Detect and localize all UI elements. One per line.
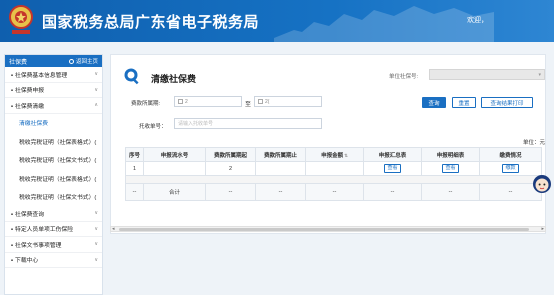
search-magnifier-icon (124, 68, 139, 85)
column-header: 申报流水号 (143, 147, 206, 162)
table-total-row: -- 合计 -- -- -- -- -- -- (125, 183, 542, 201)
cell-serial (143, 161, 206, 176)
sidebar-item-label: 社保费清缴 (15, 103, 45, 110)
period-start-field[interactable]: 2 (174, 96, 242, 107)
welcome-text: 欢迎， (467, 17, 488, 24)
table-row: 1 2 查看 查看 缴款 (125, 161, 542, 176)
tax-emblem-icon (9, 5, 33, 34)
period-to-label: 至 (245, 102, 252, 108)
site-title: 国家税务总局广东省电子税务局 (42, 13, 260, 31)
sidebar: 社保费 返回主页 • 社保费基本信息管理 ∨ • 社保费申报 ∨ • 社保费清缴 ∧ … (4, 54, 103, 295)
voucher-placeholder: 请输入托收单号 (178, 121, 214, 127)
sidebar-item-label: 社保文书事项管理 (15, 242, 62, 249)
tax-number-label: 单位社保号: (389, 74, 419, 80)
chevron-up-icon: ∧ (94, 102, 98, 109)
total-cell: -- (205, 183, 256, 201)
cell-detail: 查看 (421, 161, 480, 176)
column-header: 缴费情况 (479, 147, 542, 162)
column-header-label: 申报金额 (321, 152, 344, 159)
scrollbar-thumb[interactable] (119, 228, 529, 231)
period-end-field[interactable]: 2( (254, 96, 322, 107)
column-header-sortable[interactable]: 申报金额⇅ (305, 147, 364, 162)
sidebar-item-query[interactable]: • 社保费查询 ∨ (5, 206, 102, 222)
chevron-down-icon: ∨ (94, 241, 98, 248)
total-cell: 合计 (143, 183, 206, 201)
sidebar-subitem-clearance[interactable]: 清缴社保费 (5, 114, 102, 133)
reset-button[interactable]: 重置 (452, 97, 476, 108)
dropdown-icon: ▾ (538, 72, 541, 78)
sidebar-item-label: 社保费申报 (15, 88, 45, 95)
sidebar-item-label: 社保费基本信息管理 (15, 72, 68, 79)
sort-icon[interactable]: ⇅ (344, 153, 348, 158)
view-detail-button[interactable]: 查看 (442, 164, 459, 173)
sidebar-title: 社保费 (9, 59, 28, 66)
great-wall-decoration (274, 6, 494, 42)
home-icon (68, 58, 74, 64)
total-cell: -- (125, 183, 144, 201)
sidebar-item-clearance[interactable]: • 社保费清缴 ∧ (5, 98, 102, 114)
horizontal-scrollbar[interactable]: ◂ ▸ (110, 226, 546, 232)
calendar-icon (258, 99, 263, 104)
home-link[interactable]: 返回主页 (68, 57, 98, 65)
period-start-value: 2 (185, 98, 188, 105)
results-table: 序号 申报流水号 费款所属期起 费款所属期止 申报金额⇅ 申报汇总表 申报明细表… (125, 147, 542, 201)
cell-summary: 查看 (363, 161, 422, 176)
scroll-right-icon[interactable]: ▸ (541, 226, 544, 232)
voucher-input[interactable]: 请输入托收单号 (174, 118, 322, 129)
print-results-button[interactable]: 查询结果打印 (481, 97, 533, 108)
sidebar-subitem-certificate-table-2[interactable]: 税收完税证明（社保表格式）( (5, 169, 102, 188)
main-panel: 清缴社保费 单位社保号: ▾ 费款所属期: 2 至 2( 托收单号： 请输入托收… (110, 54, 546, 234)
period-end-value: 2( (265, 98, 270, 105)
sidebar-item-label: 特定人员单项工伤保险 (15, 227, 74, 234)
inner-hscroll[interactable] (125, 175, 542, 184)
chevron-down-icon: ∨ (94, 210, 98, 217)
sidebar-item-declaration[interactable]: • 社保费申报 ∨ (5, 83, 102, 98)
sidebar-item-download[interactable]: • 下载中心 ∨ (5, 253, 102, 268)
cell-amount (305, 161, 364, 176)
sidebar-item-label: 社保费查询 (15, 211, 45, 218)
top-header: 国家税务总局广东省电子税务局 欢迎， (0, 0, 554, 42)
period-label: 费款所属期: (131, 101, 161, 107)
pay-button[interactable]: 缴款 (502, 164, 519, 173)
unit-text: 单位：元 (523, 140, 546, 146)
column-header: 费款所属期止 (255, 147, 306, 162)
tax-number-select[interactable]: ▾ (429, 69, 545, 80)
sidebar-item-documents[interactable]: • 社保文书事项管理 ∨ (5, 237, 102, 253)
cell-seq: 1 (125, 161, 144, 176)
sidebar-item-basic-info[interactable]: • 社保费基本信息管理 ∨ (5, 67, 102, 83)
chevron-down-icon: ∨ (94, 225, 98, 232)
voucher-label: 托收单号： (139, 124, 167, 130)
sidebar-item-label: 下载中心 (15, 258, 39, 265)
calendar-icon (178, 99, 183, 104)
chevron-down-icon: ∨ (94, 86, 98, 93)
cell-period-end (255, 161, 306, 176)
assistant-mascot-icon[interactable] (532, 174, 552, 194)
column-header: 申报明细表 (421, 147, 480, 162)
home-link-label: 返回主页 (75, 59, 98, 65)
chevron-down-icon: ∨ (94, 256, 98, 263)
sidebar-subitem-certificate-doc-2[interactable]: 税收完税证明（社保文书式）( (5, 188, 102, 207)
column-header: 费款所属期起 (205, 147, 256, 162)
view-summary-button[interactable]: 查看 (384, 164, 401, 173)
column-header: 申报汇总表 (363, 147, 422, 162)
total-cell: -- (255, 183, 306, 201)
query-button[interactable]: 查询 (422, 97, 446, 108)
sidebar-header: 社保费 返回主页 (5, 55, 102, 67)
chevron-down-icon: ∨ (94, 71, 98, 78)
sidebar-subitem-certificate-table-1[interactable]: 税收完税证明（社保表格式）( (5, 132, 102, 151)
scroll-left-icon[interactable]: ◂ (112, 226, 115, 232)
sidebar-subitem-certificate-doc-1[interactable]: 税收完税证明（社保文书式）( (5, 151, 102, 170)
total-cell: -- (305, 183, 364, 201)
table-scroll-row (125, 175, 542, 184)
table-header-row: 序号 申报流水号 费款所属期起 费款所属期止 申报金额⇅ 申报汇总表 申报明细表… (125, 147, 542, 162)
page-title: 清缴社保费 (151, 74, 197, 84)
sidebar-item-injury-insurance[interactable]: • 特定人员单项工伤保险 ∨ (5, 222, 102, 237)
total-cell: -- (421, 183, 480, 201)
cell-period-start: 2 (205, 161, 256, 176)
total-cell: -- (363, 183, 422, 201)
column-header: 序号 (125, 147, 144, 162)
